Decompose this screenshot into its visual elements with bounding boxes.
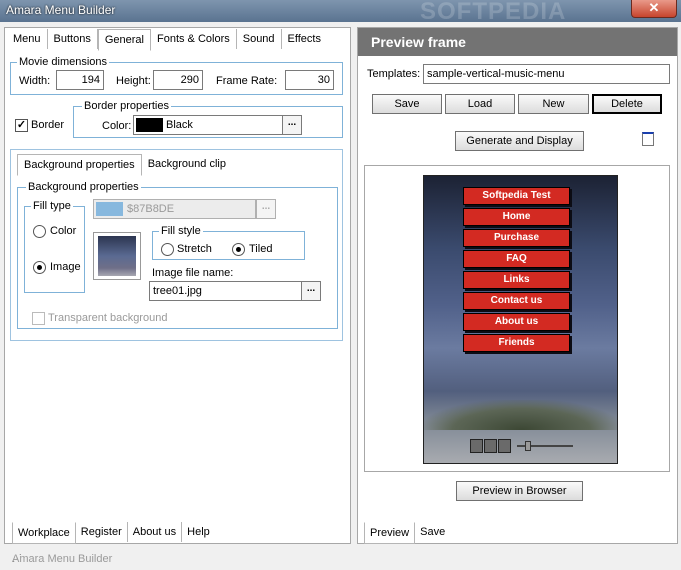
music-player-controls [470,439,574,455]
tab-buttons[interactable]: Buttons [47,29,98,49]
fill-type-image-label: Image [50,261,81,273]
border-color-picker-button[interactable]: ... [282,115,302,135]
preview-in-browser-button[interactable]: Preview in Browser [456,481,583,501]
fill-style-legend: Fill style [159,225,203,238]
background-tabs: Background properties Background clip [17,154,232,176]
background-color-picker-button: ... [256,199,276,219]
tab-fonts-colors[interactable]: Fonts & Colors [150,29,237,49]
height-input[interactable]: 290 [153,70,203,90]
background-properties-legend: Background properties [26,181,141,194]
menu-preview[interactable]: Softpedia Test Home Purchase FAQ Links Contac… [423,175,618,464]
fill-style-stretch-label: Stretch [177,243,212,255]
tab-workplace[interactable]: Workplace [12,522,76,544]
pause-icon[interactable] [484,439,497,453]
fill-type-group: Fill type Color Image [24,200,85,293]
tab-help[interactable]: Help [182,522,215,542]
fill-style-group: Fill style Stretch Tiled [152,225,305,260]
background-color-value: $87B8DE [127,203,175,215]
status-bar: Amara Menu Builder ⋰ [0,547,681,570]
fill-style-tiled-label: Tiled [249,243,273,255]
stop-icon[interactable] [498,439,511,453]
fill-type-color-radio[interactable] [33,225,46,238]
close-button[interactable]: ✕ [631,0,677,18]
tab-register[interactable]: Register [76,522,128,542]
background-section: Background properties Background clip Ba… [10,149,343,341]
play-icon[interactable] [470,439,483,453]
window-icon[interactable] [642,132,654,146]
preview-menu-item[interactable]: Purchase [463,229,570,247]
preview-trees-image [424,400,617,430]
background-image-thumbnail [93,232,141,280]
tab-sound[interactable]: Sound [236,29,282,49]
background-color-swatch [96,202,123,216]
title-bar: Amara Menu Builder SOFTPEDIA [0,0,681,25]
border-checkbox[interactable]: ✓ [15,119,28,132]
image-file-name-label: Image file name: [152,267,234,279]
border-color-swatch [136,118,163,132]
preview-menu-item[interactable]: Home [463,208,570,226]
background-properties-group: Background properties Fill type Color Im… [17,181,338,329]
volume-slider-thumb[interactable] [525,441,531,451]
load-button[interactable]: Load [445,94,515,114]
fill-type-legend: Fill type [31,200,73,213]
preview-menu-item[interactable]: About us [463,313,570,331]
width-input[interactable]: 194 [56,70,104,90]
tab-preview[interactable]: Preview [364,522,416,544]
tab-background-properties[interactable]: Background properties [17,154,142,176]
fill-style-tiled-radio[interactable] [232,243,245,256]
height-label: Height: [116,75,151,87]
tab-save[interactable]: Save [415,522,450,542]
background-color-field: $87B8DE [93,199,256,219]
framerate-label: Frame Rate: [216,75,278,87]
delete-button[interactable]: Delete [592,94,662,114]
border-checkbox-label: Border [31,119,65,131]
border-color-field[interactable]: Black [133,115,283,135]
templates-input[interactable]: sample-vertical-music-menu [423,64,670,84]
preview-menu-item[interactable]: Contact us [463,292,570,310]
movie-dimensions-group: Movie dimensions Width: 194 Height: 290 … [10,56,343,95]
tab-background-clip[interactable]: Background clip [141,154,232,174]
tab-general[interactable]: General [97,29,151,51]
left-bottom-tabs: Workplace Register About us Help [12,522,215,544]
new-button[interactable]: New [518,94,589,114]
resize-grip-icon[interactable]: ⋰ [12,553,679,564]
width-label: Width: [19,75,51,87]
fill-style-stretch-radio[interactable] [161,243,174,256]
image-thumbnail-picture [98,236,136,276]
transparent-background-label: Transparent background [48,312,168,324]
close-icon: ✕ [648,0,660,15]
right-bottom-tabs: Preview Save [364,522,450,544]
framerate-input[interactable]: 30 [285,70,334,90]
transparent-background-checkbox [32,312,45,325]
tab-about-us[interactable]: About us [128,522,183,542]
preview-frame-header: Preview frame [358,28,677,56]
preview-menu-item[interactable]: Friends [463,334,570,352]
main-tabs: Menu Buttons General Fonts & Colors Soun… [7,29,327,51]
image-file-browse-button[interactable]: ... [301,281,321,301]
tab-menu[interactable]: Menu [7,29,48,49]
generate-and-display-button[interactable]: Generate and Display [455,131,584,151]
preview-menu-item[interactable]: Softpedia Test [463,187,570,205]
watermark: SOFTPEDIA [420,0,567,25]
preview-menu-item[interactable]: Links [463,271,570,289]
image-file-name-input[interactable]: tree01.jpg [149,281,302,301]
window-title: Amara Menu Builder [6,3,116,17]
templates-label: Templates: [367,68,421,80]
tab-effects[interactable]: Effects [281,29,327,49]
border-color-value: Black [166,119,193,131]
save-button[interactable]: Save [372,94,442,114]
border-properties-legend: Border properties [82,100,171,113]
left-pane: Menu Buttons General Fonts & Colors Soun… [4,27,351,544]
movie-dimensions-legend: Movie dimensions [17,56,110,69]
fill-type-color-label: Color [50,225,77,237]
preview-area: Softpedia Test Home Purchase FAQ Links Contac… [364,165,670,472]
border-color-label: Color: [102,120,132,132]
right-pane: Preview frame Templates: sample-vertical… [357,27,678,544]
border-properties-group: Border properties Color: Black ... [73,100,343,138]
preview-menu-item[interactable]: FAQ [463,250,570,268]
fill-type-image-radio[interactable] [33,261,46,274]
